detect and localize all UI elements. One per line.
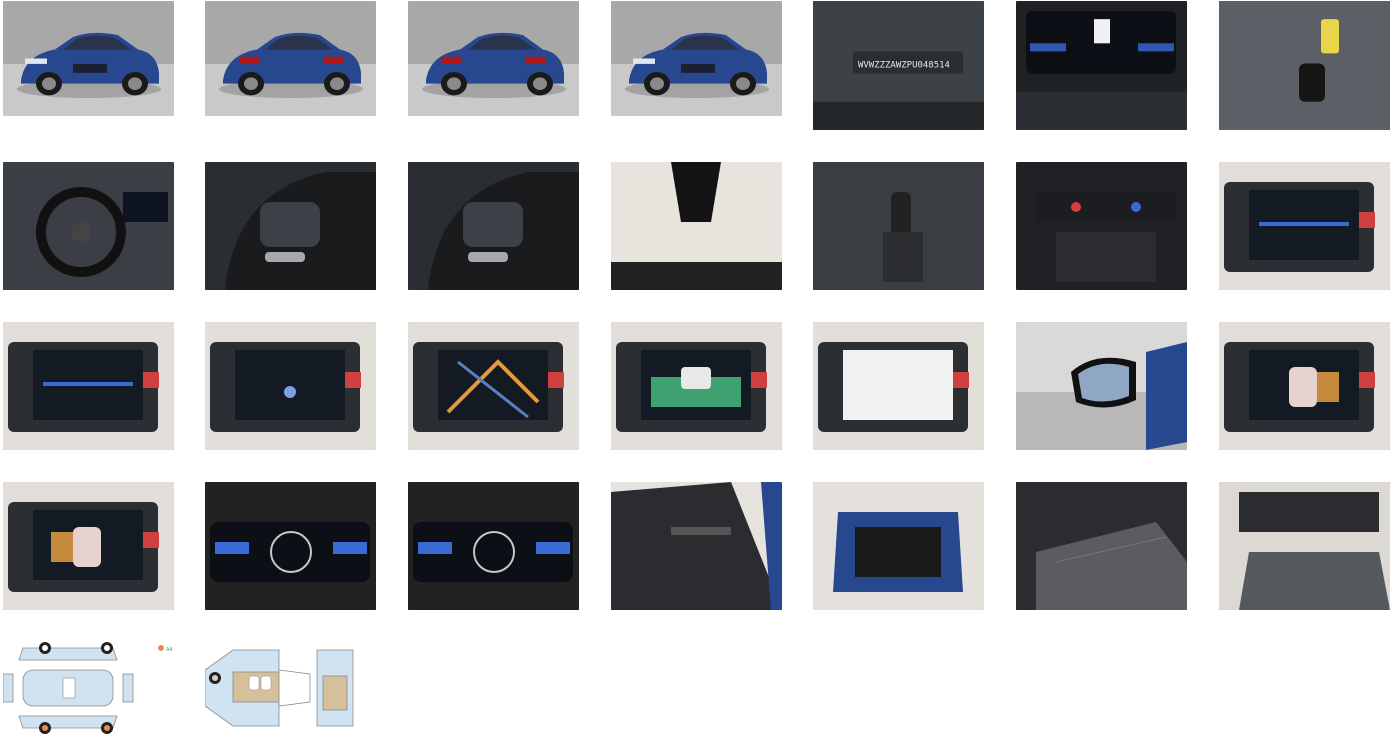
seat-icon — [1016, 482, 1187, 610]
interior-damage-diagram[interactable] — [205, 640, 355, 736]
photo-thumbnail-side-mirror[interactable] — [1016, 322, 1187, 450]
steering-wheel-icon — [408, 162, 579, 290]
photo-thumbnail-infotainment-screen[interactable] — [3, 322, 174, 450]
photo-thumbnail-exterior-front-left[interactable] — [3, 1, 174, 116]
damage-marker-label: A4 — [166, 647, 173, 653]
trunk-icon — [813, 482, 984, 610]
door-icon — [611, 482, 782, 610]
car-diagram-icon: A4 — [3, 640, 173, 736]
photo-thumbnail-front-seats[interactable] — [1219, 482, 1390, 610]
photo-thumbnail-climate-controls[interactable] — [1016, 162, 1187, 290]
gear-shift-icon — [813, 162, 984, 290]
photo-thumbnail-infotainment-navigation[interactable] — [408, 322, 579, 450]
radio-icon — [1219, 162, 1390, 290]
mirror-icon — [1016, 322, 1187, 450]
photo-thumbnail-parking-sensors-front[interactable] — [3, 482, 174, 610]
gauge-icon — [408, 482, 579, 610]
photo-thumbnail-rear-seats[interactable] — [1016, 482, 1187, 610]
steering-wheel-icon — [205, 162, 376, 290]
map-icon — [408, 322, 579, 450]
seat-icon — [1219, 482, 1390, 610]
parking-icon — [1219, 322, 1390, 450]
photo-thumbnail-parking-sensors-rear[interactable] — [1219, 322, 1390, 450]
photo-thumbnail-instrument-cluster[interactable] — [1016, 1, 1187, 130]
photo-thumbnail-windshield-sensor[interactable] — [611, 162, 782, 290]
photo-thumbnail-door-interior[interactable] — [611, 482, 782, 610]
steering-wheel-icon — [3, 162, 174, 290]
gauge-icon — [1016, 1, 1187, 130]
car-interior-diagram-icon — [205, 640, 355, 736]
photo-thumbnail-trunk[interactable] — [813, 482, 984, 610]
photo-thumbnail-infotainment-service[interactable] — [813, 322, 984, 450]
climate-icon — [1016, 162, 1187, 290]
photo-thumbnail-vin-plate[interactable]: WVWZZZAWZPU048514 — [813, 1, 984, 130]
parking-icon — [611, 322, 782, 450]
photo-thumbnail-digital-cockpit-2[interactable] — [408, 482, 579, 610]
vin-icon: WVWZZZAWZPU048514 — [813, 1, 984, 130]
car-front-icon — [3, 1, 174, 116]
exterior-damage-diagram[interactable]: A4 — [3, 640, 173, 736]
photo-thumbnail-infotainment-welcome[interactable] — [205, 322, 376, 450]
photo-thumbnail-infotainment-park-assist[interactable] — [611, 322, 782, 450]
gauge-icon — [205, 482, 376, 610]
car-rear-icon — [408, 1, 579, 116]
photo-thumbnail-infotainment-radio[interactable] — [1219, 162, 1390, 290]
screen-icon — [205, 322, 376, 450]
photo-thumbnail-digital-cockpit-1[interactable] — [205, 482, 376, 610]
service-icon — [813, 322, 984, 450]
photo-thumbnail-exterior-front-right[interactable] — [611, 1, 782, 116]
photo-thumbnail-keys[interactable] — [1219, 1, 1390, 130]
photo-thumbnail-dashboard-steering-wheel[interactable] — [3, 162, 174, 290]
photo-thumbnail-steering-wheel-right-controls[interactable] — [408, 162, 579, 290]
camera-icon — [611, 162, 782, 290]
photo-thumbnail-steering-wheel-left-controls[interactable] — [205, 162, 376, 290]
car-front-icon — [611, 1, 782, 116]
photo-thumbnail-gear-shifter[interactable] — [813, 162, 984, 290]
photo-thumbnail-exterior-rear-left[interactable] — [205, 1, 376, 116]
photo-thumbnail-exterior-rear[interactable] — [408, 1, 579, 116]
key-icon — [1219, 1, 1390, 130]
parking-icon — [3, 482, 174, 610]
vin-text: WVWZZZAWZPU048514 — [858, 60, 950, 70]
photo-gallery: WVWZZZAWZPU048514 A4 — [0, 0, 1399, 740]
screen-icon — [3, 322, 174, 450]
car-rear-icon — [205, 1, 376, 116]
